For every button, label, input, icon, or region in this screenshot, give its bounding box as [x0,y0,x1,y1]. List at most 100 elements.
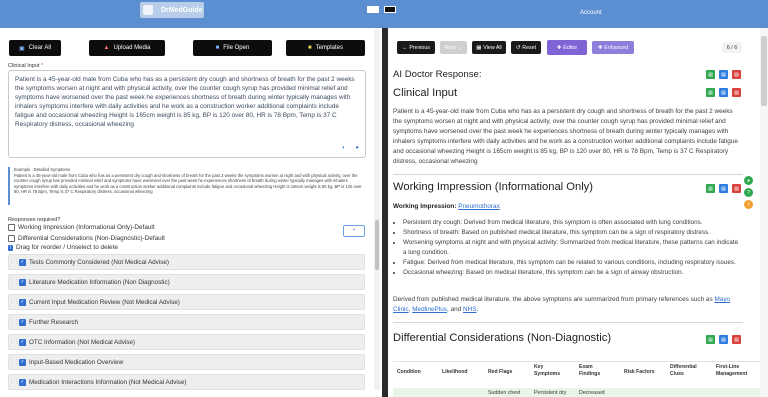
collapse-options-button[interactable]: ⌃ [343,225,365,237]
speaker-icon[interactable]: ◖ [341,144,345,153]
list-item-label: Current Input Medication Review (Not Med… [29,298,180,306]
drag-handle-icon[interactable]: ⋮⋮ [9,299,19,305]
clinical-input-textarea[interactable]: Patient is a 45-year-old male from Cuba … [8,70,366,158]
response-title: AI Doctor Response: [393,69,482,80]
default-option-working[interactable]: Working Impression (Informational Only)-… [8,224,155,231]
checkbox[interactable] [8,235,15,242]
upload-media-label: Upload Media [113,45,151,51]
default-option-differential[interactable]: Differential Considerations (Non-Diagnos… [8,235,165,242]
help-float-button[interactable]: ? [744,188,753,197]
clear-all-button[interactable]: ▣ Clear All [9,40,61,56]
checkbox[interactable]: ✓ [19,338,26,346]
info-float-button[interactable]: i [744,200,753,209]
copy-button[interactable]: ▤ [706,88,715,97]
copy-button[interactable]: ▤ [706,184,715,193]
drag-reorder-label: Drag for reorder / Unselect to delete [16,244,118,251]
copy-button[interactable]: ▤ [706,70,715,79]
checkbox[interactable] [8,224,15,231]
checkbox[interactable]: ✓ [19,318,26,326]
table-header: Risk Factors [624,369,655,375]
delete-button[interactable]: ▤ [732,70,741,79]
list-item-label: Tests Commonly Considered (Not Medical A… [29,258,169,266]
enhanced-label: Enhanced [604,44,629,51]
delete-button[interactable]: ▤ [732,335,741,344]
app-logo[interactable]: DrMedGuide [140,2,204,18]
next-button[interactable]: Next → [440,41,467,54]
save-icon: ▤ [721,185,726,192]
save-button[interactable]: ▤ [719,335,728,344]
drag-handle-icon[interactable]: ⋮⋮ [9,319,19,325]
templates-button[interactable]: ■ Templates [286,40,365,56]
list-item[interactable]: ⋮⋮ ✓ Input-Based Medication Overview [8,354,365,370]
help-icon: ? [747,189,750,196]
file-open-button[interactable]: ■ File Open [193,40,272,56]
trash-icon: ▤ [734,71,739,78]
reset-label: Reset [522,44,537,51]
list-item: Worsening symptoms at night and with phy… [403,238,741,258]
drag-handle-icon[interactable]: ⋮⋮ [9,259,19,265]
view-all-button[interactable]: ▦ View All [472,41,506,54]
upload-media-button[interactable]: ▲ Upload Media [89,40,165,56]
list-item[interactable]: ⋮⋮ ✓ Literature Medication Information (… [8,274,365,290]
list-item[interactable]: ⋮⋮ ✓ OTC Information (Not Medical Advise… [8,334,365,350]
table-header: Exam Findings [579,364,601,377]
copy-button[interactable]: ▤ [706,335,715,344]
folder-icon: ■ [215,45,220,51]
default-option-label: Differential Considerations (Non-Diagnos… [18,235,165,242]
left-scrollbar[interactable] [374,30,380,390]
nhs-link[interactable]: NHS [463,306,477,313]
save-button[interactable]: ▤ [719,88,728,97]
save-button[interactable]: ▤ [719,184,728,193]
delete-button[interactable]: ▤ [732,184,741,193]
view-all-label: View All [483,44,502,51]
editor-button[interactable]: ✚ Editor [547,40,587,55]
previous-button[interactable]: ← Previous [397,41,435,54]
clear-all-label: Clear All [28,45,51,51]
medlineplus-link[interactable]: MedlinePlus [412,306,447,313]
list-item[interactable]: ⋮⋮ ✓ Tests Commonly Considered (Not Medi… [8,254,365,270]
chevron-up-icon: ⌃ [351,228,357,235]
delete-button[interactable]: ▤ [732,88,741,97]
left-scrollbar-thumb[interactable] [375,220,379,270]
table-header: Red Flags [488,369,513,375]
enhanced-button[interactable]: ✚ Enhanced [592,41,634,54]
previous-label: Previous [409,44,430,51]
microphone-icon[interactable]: ● [355,144,359,153]
checkbox[interactable]: ✓ [19,358,26,366]
chat-float-button[interactable]: ● [744,176,753,185]
list-item[interactable]: ⋮⋮ ✓ Further Research [8,314,365,330]
list-item: Persistent dry cough: Derived from medic… [403,218,741,228]
light-mode-toggle[interactable] [367,6,379,13]
dark-mode-toggle[interactable] [384,6,396,13]
checkbox[interactable]: ✓ [19,378,26,386]
template-icon: ■ [308,45,312,51]
clinical-input-paragraph: Patient is a 45-year-old male from Cuba … [393,108,738,165]
checkbox[interactable]: ✓ [19,258,26,266]
list-item[interactable]: ⋮⋮ ✓ Current Input Medication Review (No… [8,294,365,310]
edit-icon: ✚ [556,44,562,51]
arrow-left-icon: ← [402,44,408,51]
clinical-input-value: Patient is a 45-year-old male from Cuba … [15,76,355,128]
info-icon: i [8,244,13,251]
checkbox[interactable]: ✓ [19,278,26,286]
right-scrollbar-thumb[interactable] [761,36,767,106]
checkbox[interactable]: ✓ [19,298,26,306]
drag-handle-icon[interactable]: ⋮⋮ [9,379,19,385]
clinical-input-label-text: Clinical Input [8,63,40,69]
example-block: Example : Detailed Symptoms Patient is a… [8,167,366,205]
reset-button[interactable]: ↺ Reset [511,41,541,54]
clinical-input-heading: Clinical Input [393,87,458,99]
source-prefix: Derived from published medical literatur… [393,296,713,303]
save-button[interactable]: ▤ [719,70,728,79]
logo-text: DrMedGuide [161,6,203,14]
drag-handle-icon[interactable]: ⋮⋮ [9,339,19,345]
list-item[interactable]: ⋮⋮ ✓ Medication Interactions Information… [8,374,365,390]
drag-handle-icon[interactable]: ⋮⋮ [9,279,19,285]
right-panel: ← Previous Next → ▦ View All ↺ Reset ✚ Editor… [388,28,768,397]
responses-label: Responses required? [8,217,61,223]
drag-handle-icon[interactable]: ⋮⋮ [9,359,19,365]
working-impression-link[interactable]: Pneumothorax [458,203,500,210]
account-link[interactable]: Account [580,10,602,16]
copy-icon: ▤ [708,71,713,78]
drag-reorder-hint: i Drag for reorder / Unselect to delete [8,244,118,251]
